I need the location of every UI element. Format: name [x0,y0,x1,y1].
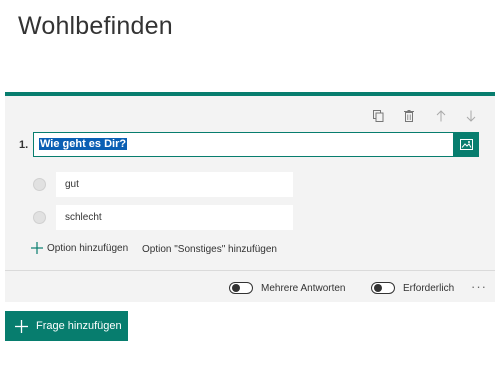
add-question-button[interactable]: Frage hinzufügen [5,311,128,341]
plus-icon [15,319,28,333]
more-options-button[interactable]: ··· [471,279,487,294]
option-input[interactable]: schlecht [56,205,293,230]
add-question-label: Frage hinzufügen [36,320,122,332]
required-toggle[interactable] [371,282,395,294]
add-option-label: Option hinzufügen [47,242,129,254]
plus-icon [31,242,43,254]
move-down-button[interactable] [461,106,481,126]
question-card[interactable]: 1. Wie geht es Dir? gut schlecht Option … [5,92,495,302]
move-up-icon [436,110,446,122]
delete-question-button[interactable] [399,106,419,126]
required-label: Erforderlich [403,282,455,294]
copy-question-button[interactable] [368,106,388,126]
question-title-text: Wie geht es Dir? [39,138,128,150]
multiple-answers-setting: Mehrere Antworten [229,282,346,294]
option-radio [33,178,46,191]
move-up-button[interactable] [431,106,451,126]
move-down-icon [466,110,476,122]
multiple-answers-label: Mehrere Antworten [261,282,346,294]
image-icon [459,139,473,150]
multiple-answers-toggle[interactable] [229,282,253,294]
question-title-field[interactable]: Wie geht es Dir? [33,132,479,157]
delete-icon [404,110,414,122]
option-radio [33,211,46,224]
required-setting: Erforderlich [371,282,454,294]
question-footer: Mehrere Antworten Erforderlich ··· [5,270,495,306]
more-icon: ··· [471,279,487,294]
copy-icon [372,110,383,122]
option-input[interactable]: gut [56,172,293,197]
question-number: 1. [19,139,29,151]
add-option-button[interactable]: Option hinzufügen [31,242,128,254]
page-title: Wohlbefinden [18,12,173,40]
add-other-option-button[interactable]: Option "Sonstiges" hinzufügen [142,244,277,255]
question-title-input[interactable]: Wie geht es Dir? [34,133,454,156]
insert-image-button[interactable] [453,132,479,157]
